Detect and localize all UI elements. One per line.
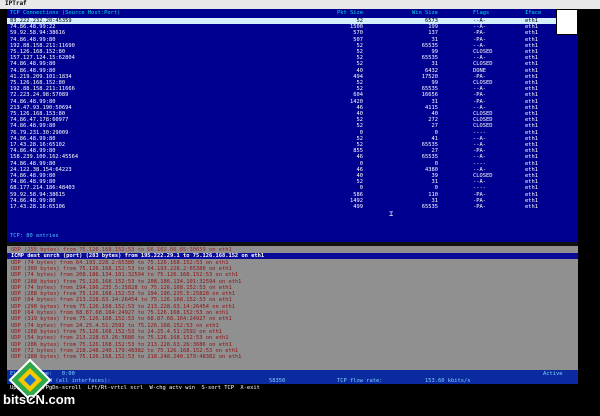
packet-log-row: UDP (286 bytes) from 75.126.168.152:53 t…	[11, 341, 232, 348]
bitscn-logo-icon	[8, 358, 52, 402]
header-source: TCP Connections (Source Host:Port)	[10, 10, 121, 16]
header-iface: Iface	[525, 10, 542, 16]
packet-log-row: UDP (72 bytes) from 218.248.240.179:4838…	[11, 347, 239, 354]
flags: -PA-	[473, 204, 486, 210]
source-address: 17.43.28.16:65106	[10, 204, 66, 210]
packet-log-row: UDP (64 bytes) from 68.87.68.164:24927 t…	[11, 310, 229, 316]
text-cursor-icon: ⌶	[389, 210, 394, 218]
packet-size: 499	[353, 204, 363, 210]
flow-rate-label: TCP flow rate:	[337, 377, 383, 384]
tcp-header-row: TCP Connections (Source Host:Port) Pkt S…	[7, 10, 578, 17]
window-size: 65535	[421, 204, 438, 210]
packet-log-row: ICMP dest unrch (port) (283 bytes) from …	[7, 253, 578, 260]
packet-log-row: UDP (74 bytes) from 208.186.134.101:3259…	[11, 272, 239, 279]
window-titlebar: IPTraf	[0, 0, 600, 9]
header-flags: Flags	[473, 10, 490, 16]
packet-log-row: UDP (74 bytes) from 24.25.4.51:2592 to 7…	[11, 322, 219, 329]
packet-log-row: UDP (288 bytes) from 75.126.168.152:53 t…	[11, 291, 235, 298]
mouse-cursor-icon	[556, 9, 578, 35]
packet-log-row: UDP (300 bytes) from 75.126.168.152:53 t…	[11, 265, 232, 272]
packet-log-row: UDP (54 bytes) from 213.228.63.26:3686 t…	[11, 335, 229, 342]
tcp-connections-window[interactable]: TCP Connections (Source Host:Port) Pkt S…	[7, 9, 578, 242]
watermark-text: bitsCN.com	[3, 392, 76, 407]
packet-log-row: UDP (74 bytes) from 64.193.228.2:65380 t…	[11, 259, 229, 266]
header-packets: Pkt Size	[337, 10, 363, 16]
packet-log-row: UDP (319 bytes) from 75.126.168.152:53 t…	[11, 316, 232, 323]
packets-value: 58350	[269, 377, 286, 384]
active-indicator: Active	[543, 370, 563, 377]
other-protocols-window[interactable]: UDP (255 bytes) from 75.126.168.152:53 t…	[7, 246, 578, 370]
interface: eth1	[525, 204, 538, 210]
packet-log-row: UDP (255 bytes) from 75.126.168.152:53 t…	[11, 247, 232, 253]
window-title: IPTraf	[5, 0, 27, 7]
packet-log-row: UDP (288 bytes) from 75.126.168.152:53 t…	[11, 328, 222, 335]
tcp-entries-count: TCP: 80 entries	[10, 233, 59, 239]
tcp-connection-row[interactable]: 17.43.28.16:65106 499 65535 -PA-eth1	[7, 204, 578, 210]
header-win: Win Size	[412, 10, 438, 16]
flow-rate-value: 153.60 kbits/s	[425, 377, 471, 384]
packet-log-row: UDP (290 bytes) from 75.126.168.152:53 t…	[11, 303, 235, 310]
packet-log-row: UDP (288 bytes) from 75.126.168.152:53 t…	[11, 278, 242, 285]
packet-log-row: UDP (64 bytes) from 213.228.63.14:26454 …	[11, 297, 232, 304]
packet-log-row: UDP (74 bytes) from 194.196.235.5:25828 …	[11, 284, 232, 291]
